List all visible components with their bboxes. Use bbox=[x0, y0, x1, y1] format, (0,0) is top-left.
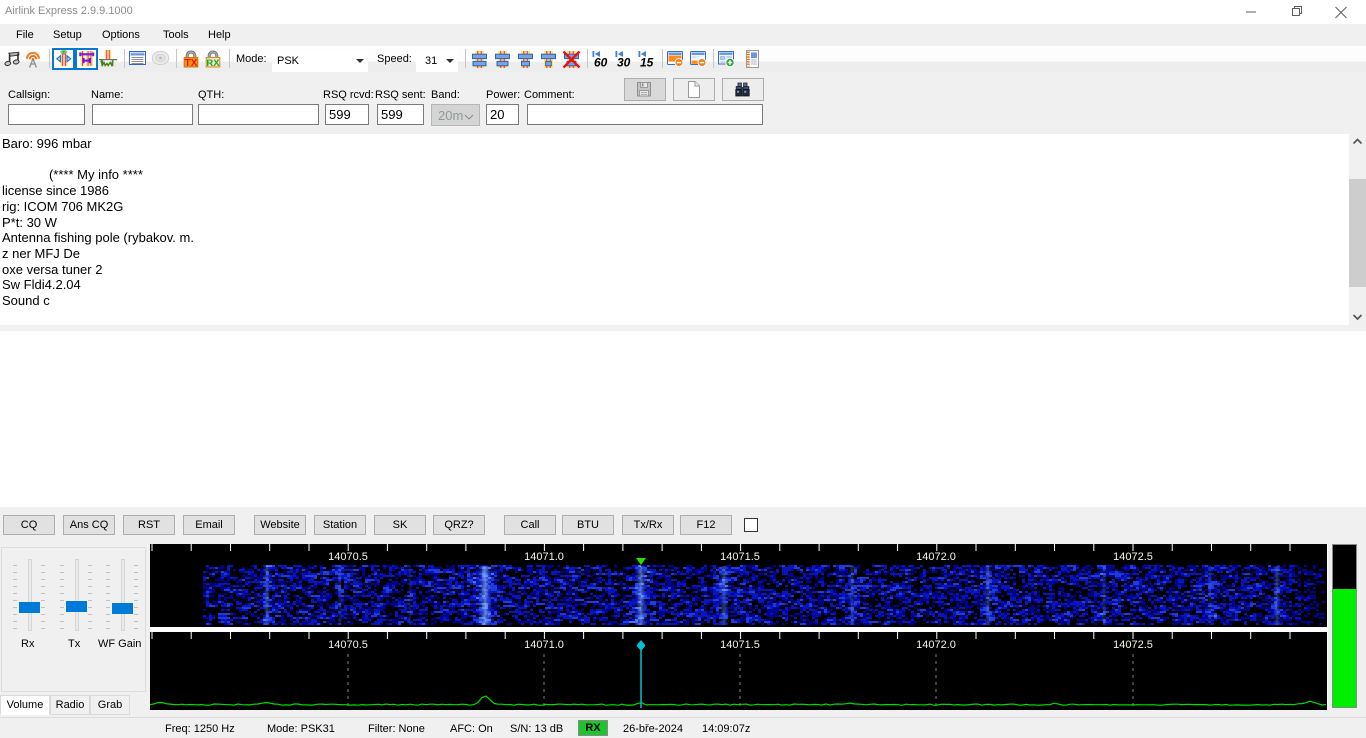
svg-text:14071.0: 14071.0 bbox=[524, 551, 564, 563]
svg-text:14072.5: 14072.5 bbox=[1113, 551, 1153, 563]
svg-text:RX: RX bbox=[206, 58, 220, 69]
svg-text:14070.5: 14070.5 bbox=[328, 551, 368, 563]
svg-text:30: 30 bbox=[617, 56, 631, 70]
svg-text:14072.0: 14072.0 bbox=[916, 551, 956, 563]
svg-text:15: 15 bbox=[640, 56, 654, 70]
svg-text:14071.5: 14071.5 bbox=[720, 639, 760, 651]
svg-text:14072.5: 14072.5 bbox=[1113, 639, 1153, 651]
svg-text:14071.0: 14071.0 bbox=[524, 639, 564, 651]
svg-text:14070.5: 14070.5 bbox=[328, 639, 368, 651]
svg-text:14072.0: 14072.0 bbox=[916, 639, 956, 651]
svg-text:TX: TX bbox=[185, 58, 198, 69]
svg-text:60: 60 bbox=[594, 56, 608, 70]
svg-text:14071.5: 14071.5 bbox=[720, 551, 760, 563]
